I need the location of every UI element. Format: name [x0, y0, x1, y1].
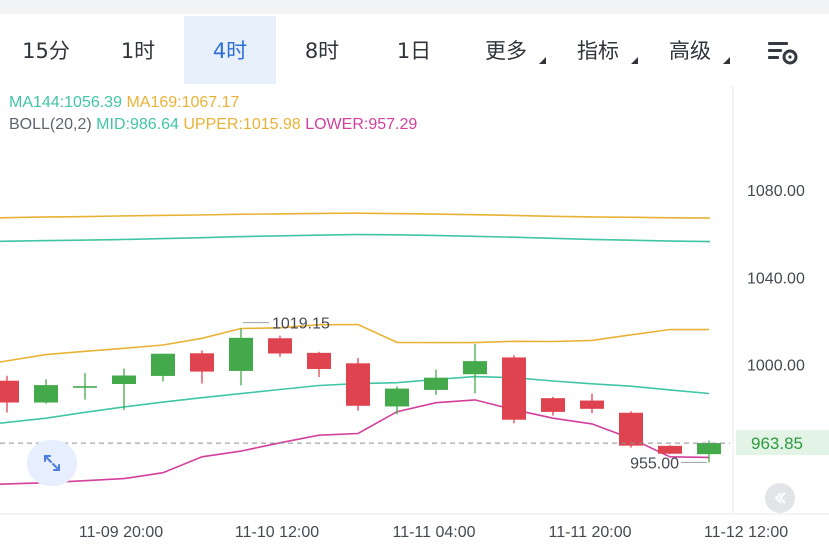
- y-tick-label: 1040.00: [747, 270, 805, 287]
- y-tick-label: 1080.00: [747, 183, 805, 200]
- tab-8h[interactable]: 8时: [276, 16, 368, 84]
- candlestick-chart[interactable]: 1080.00 1040.00 1000.00 11-09 20:00 11-10 12…: [0, 86, 829, 552]
- upper-legend: UPPER:1015.98: [183, 116, 301, 133]
- candle-down: [580, 400, 604, 409]
- x-tick-label: 11-11 04:00: [392, 524, 475, 541]
- candle-down: [268, 338, 292, 354]
- high-annotation: 1019.15: [272, 316, 330, 333]
- candle-up: [463, 361, 487, 375]
- ma144-legend: MA144:1056.39: [9, 94, 122, 111]
- low-annotation: 955.00: [630, 455, 679, 472]
- tab-label: 8时: [304, 39, 340, 63]
- candle-down: [541, 398, 565, 412]
- tab-advanced[interactable]: 高级: [644, 16, 736, 84]
- price-chart[interactable]: 1080.00 1040.00 1000.00 11-09 20:00 11-10 12…: [0, 86, 829, 552]
- candle-up: [73, 386, 97, 388]
- dropdown-triangle-icon: [539, 57, 546, 64]
- candle-up: [697, 443, 721, 455]
- series-line-upper: [0, 323, 710, 363]
- tab-label: 15分: [22, 39, 70, 63]
- tab-label: 1时: [120, 39, 156, 63]
- tab-more[interactable]: 更多: [460, 16, 552, 84]
- tab-4h[interactable]: 4时: [184, 16, 276, 84]
- candle-down: [619, 412, 643, 446]
- tab-15m[interactable]: 15分: [0, 16, 92, 84]
- candle-up: [112, 375, 136, 385]
- lower-legend: LOWER:957.29: [305, 116, 418, 133]
- series-line-ma144: [0, 233, 711, 243]
- tab-label: 高级: [669, 39, 711, 63]
- tab-indicators[interactable]: 指标: [552, 16, 644, 84]
- x-tick-label: 11-10 12:00: [235, 524, 319, 541]
- tab-label: 指标: [577, 39, 619, 63]
- dropdown-triangle-icon: [631, 57, 638, 64]
- candle-up: [229, 337, 253, 371]
- tab-1h[interactable]: 1时: [92, 16, 184, 84]
- y-tick-label: 1000.00: [747, 357, 805, 374]
- last-price-label: 963.85: [751, 434, 803, 453]
- x-tick-label: 11-11 20:00: [548, 524, 631, 541]
- chart-settings-icon[interactable]: [762, 36, 802, 70]
- ma169-legend: MA169:1067.17: [126, 94, 240, 111]
- tab-1d[interactable]: 1日: [368, 16, 460, 84]
- tab-label: 1日: [396, 39, 432, 63]
- candle-up: [385, 388, 409, 407]
- series-line-lower: [0, 399, 710, 485]
- tab-label: 更多: [485, 39, 527, 63]
- candle-up: [34, 385, 58, 403]
- candle-up: [424, 377, 448, 390]
- tab-label: 4时: [212, 39, 248, 63]
- x-tick-label: 11-12 12:00: [704, 524, 788, 541]
- candle-down: [307, 352, 331, 369]
- expand-arrows-icon[interactable]: [27, 440, 77, 486]
- candle-up: [151, 353, 175, 376]
- timeframe-tabs: 15分 1时 4时 8时 1日 更多 指标 高级: [0, 14, 829, 86]
- series-line-ma169: [0, 212, 711, 219]
- dropdown-triangle-icon: [723, 57, 730, 64]
- candle-down: [502, 357, 526, 420]
- boll-legend: BOLL(20,2) MID:986.64 UPPER:1015.98 LOWE…: [9, 116, 417, 134]
- candle-down: [190, 353, 214, 372]
- x-tick-label: 11-09 20:00: [79, 524, 163, 541]
- double-chevron-left-icon[interactable]: [765, 483, 795, 513]
- candle-down: [658, 445, 682, 454]
- candle-down: [346, 363, 370, 406]
- mid-legend: MID:986.64: [96, 116, 179, 133]
- top-strip: [0, 0, 829, 14]
- candle-down: [0, 380, 19, 403]
- boll-legend-title: BOLL(20,2): [9, 116, 92, 133]
- ma-legend: MA144:1056.39 MA169:1067.17: [9, 94, 239, 112]
